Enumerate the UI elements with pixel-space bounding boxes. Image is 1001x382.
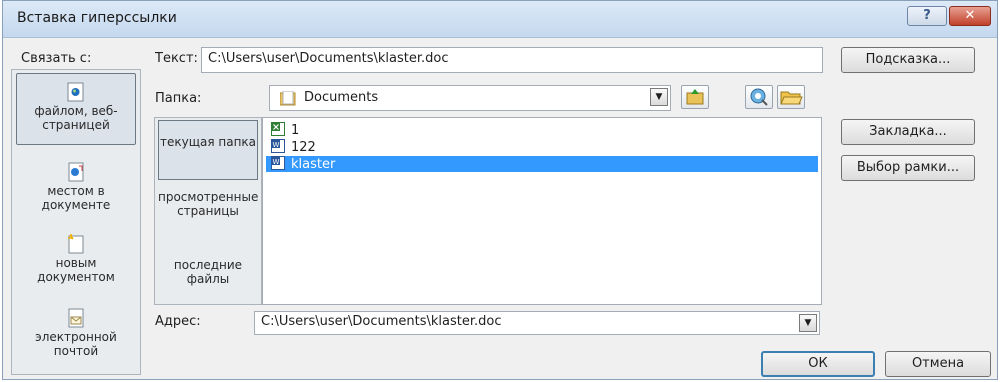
recent-files-label: последние файлы (173, 258, 243, 286)
link-to-label-email: электронной почтой (35, 330, 117, 358)
word-file-icon: W (271, 156, 285, 170)
close-icon: ✕ (964, 8, 976, 23)
recent-files-tab[interactable]: последние файлы (158, 258, 258, 298)
address-label: Адрес: (155, 314, 201, 329)
link-to-panel: файлом, веб-страницей местом в документе… (11, 69, 141, 375)
word-file-icon: W (271, 139, 285, 153)
help-button[interactable]: ? (907, 6, 947, 26)
link-to-label: Связать с: (21, 51, 92, 66)
list-item[interactable]: W 122 (271, 139, 316, 155)
link-to-label-place: местом в документе (41, 184, 111, 212)
cancel-button[interactable]: Отмена (885, 351, 991, 377)
up-one-folder-button[interactable] (681, 85, 709, 109)
new-document-icon (68, 234, 84, 254)
browse-web-button[interactable] (745, 85, 773, 109)
chevron-down-icon[interactable]: ▼ (650, 88, 668, 106)
look-in-panel: текущая папка просмотренные страницы пос… (154, 117, 262, 305)
chevron-down-icon[interactable]: ▼ (799, 314, 817, 332)
folder-label: Папка: (155, 91, 202, 106)
address-value: C:\Users\user\Documents\klaster.doc (261, 314, 502, 329)
title-bar[interactable]: Вставка гиперссылки ? ✕ (3, 1, 997, 38)
browsed-pages-label: просмотренные страницы (158, 190, 259, 218)
file-name: 122 (291, 140, 316, 155)
list-item-selected[interactable]: W klaster (266, 156, 818, 172)
link-to-label-new: новым документом (37, 256, 115, 284)
folder-up-icon (686, 89, 704, 105)
bookmark-button[interactable]: Закладка... (841, 119, 975, 145)
link-to-place-in-document[interactable]: местом в документе (16, 162, 136, 222)
file-name: klaster (291, 157, 336, 172)
link-to-existing-file-or-web-page[interactable]: файлом, веб-страницей (16, 73, 136, 145)
target-frame-button[interactable]: Выбор рамки... (841, 155, 975, 181)
open-folder-icon (780, 91, 803, 105)
web-page-icon (67, 82, 84, 102)
place-in-document-icon (68, 162, 84, 182)
browse-file-button[interactable] (777, 85, 805, 109)
close-button[interactable]: ✕ (949, 6, 991, 26)
excel-file-icon (271, 122, 285, 136)
folder-icon (280, 91, 296, 106)
folder-select[interactable]: Documents ▼ (269, 85, 671, 111)
file-list[interactable]: 1 W 122 W klaster (262, 117, 822, 305)
folder-value: Documents (304, 90, 379, 105)
email-icon (68, 308, 84, 328)
text-to-display-input[interactable]: C:\Users\user\Documents\klaster.doc (201, 47, 823, 73)
insert-hyperlink-dialog: Вставка гиперссылки ? ✕ Связать с: файло… (2, 0, 998, 380)
screentip-button[interactable]: Подсказка... (841, 47, 975, 73)
browse-web-icon (750, 88, 768, 106)
svg-text:W: W (273, 158, 280, 166)
link-to-label-file: файлом, веб-страницей (34, 104, 118, 132)
ok-button[interactable]: ОК (761, 351, 875, 377)
link-to-new-document[interactable]: новым документом (16, 234, 136, 294)
address-input[interactable]: C:\Users\user\Documents\klaster.doc ▼ (254, 311, 820, 335)
browsed-pages-tab[interactable]: просмотренные страницы (158, 190, 258, 240)
text-label: Текст: (155, 51, 198, 66)
link-to-email-address[interactable]: электронной почтой (16, 308, 136, 368)
current-folder-label: текущая папка (159, 135, 257, 149)
window-title: Вставка гиперссылки (17, 10, 177, 26)
current-folder-tab[interactable]: текущая папка (158, 120, 258, 180)
file-name: 1 (291, 123, 300, 138)
help-icon: ? (923, 8, 931, 23)
svg-text:W: W (273, 141, 280, 149)
list-item[interactable]: 1 (271, 122, 299, 138)
